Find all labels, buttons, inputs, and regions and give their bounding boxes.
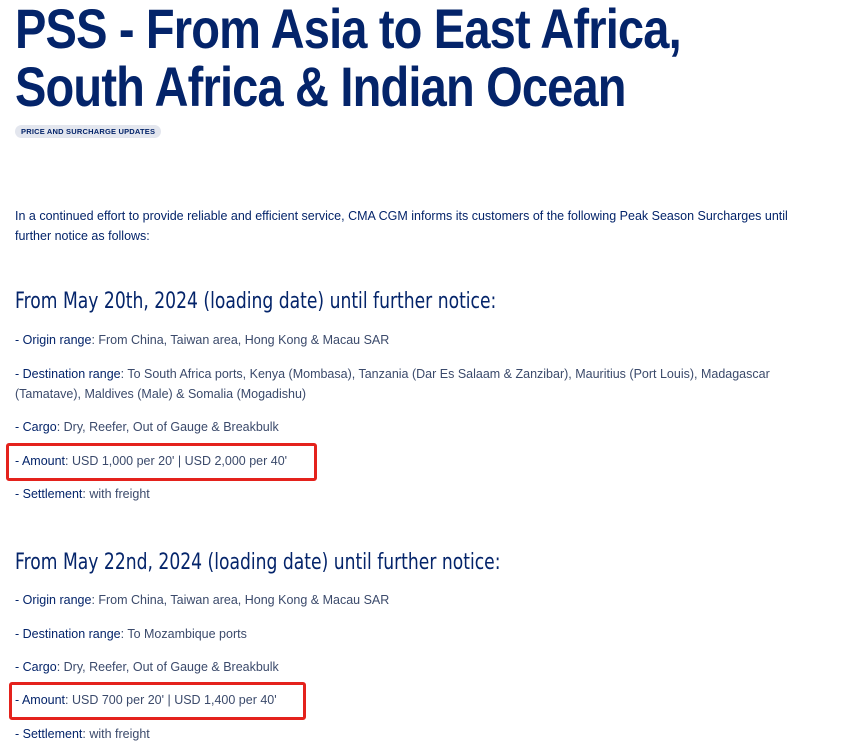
section-1-destination: - Destination range: To South Africa por… [15,364,815,404]
section-2-heading: From May 22nd, 2024 (loading date) until… [15,550,501,575]
section-2-destination: - Destination range: To Mozambique ports [15,624,815,644]
cargo-label: - Cargo [15,660,57,674]
intro-paragraph: In a continued effort to provide reliabl… [15,209,788,243]
amount-label: - Amount [15,454,66,468]
cargo-value: : Dry, Reefer, Out of Gauge & Breakbulk [56,660,279,674]
section-1-amount: - Amount: USD 1,000 per 20' | USD 2,000 … [15,451,815,471]
destination-label: - Destination range [15,367,121,381]
settlement-label: - Settlement [15,727,83,741]
origin-label: - Origin range [15,333,92,347]
cargo-label: - Cargo [15,420,57,434]
section-2-amount: - Amount: USD 700 per 20' | USD 1,400 pe… [15,690,815,710]
origin-value: : From China, Taiwan area, Hong Kong & M… [91,333,390,347]
section-2-cargo: - Cargo: Dry, Reefer, Out of Gauge & Bre… [15,657,815,677]
destination-value: : To Mozambique ports [120,627,247,641]
section-2-origin: - Origin range: From China, Taiwan area,… [15,590,815,610]
amount-value: : USD 1,000 per 20' | USD 2,000 per 40' [65,454,288,468]
section-1-settlement: - Settlement: with freight [15,484,815,504]
section-1-heading: From May 20th, 2024 (loading date) until… [15,289,497,314]
page-title: PSS - From Asia to East Africa, South Af… [15,0,682,118]
section-1-origin: - Origin range: From China, Taiwan area,… [15,330,815,350]
settlement-value: : with freight [82,487,150,501]
settlement-label: - Settlement [15,487,83,501]
amount-value: : USD 700 per 20' | USD 1,400 per 40' [65,693,277,707]
section-1-cargo: - Cargo: Dry, Reefer, Out of Gauge & Bre… [15,417,815,437]
destination-value: : To South Africa ports, Kenya (Mombasa)… [15,367,770,401]
section-2-settlement: - Settlement: with freight [15,724,815,744]
destination-label: - Destination range [15,627,121,641]
settlement-value: : with freight [82,727,150,741]
origin-label: - Origin range [15,593,92,607]
cargo-value: : Dry, Reefer, Out of Gauge & Breakbulk [56,420,279,434]
origin-value: : From China, Taiwan area, Hong Kong & M… [91,593,390,607]
amount-label: - Amount [15,693,66,707]
category-tag[interactable]: PRICE AND SURCHARGE UPDATES [15,125,162,138]
